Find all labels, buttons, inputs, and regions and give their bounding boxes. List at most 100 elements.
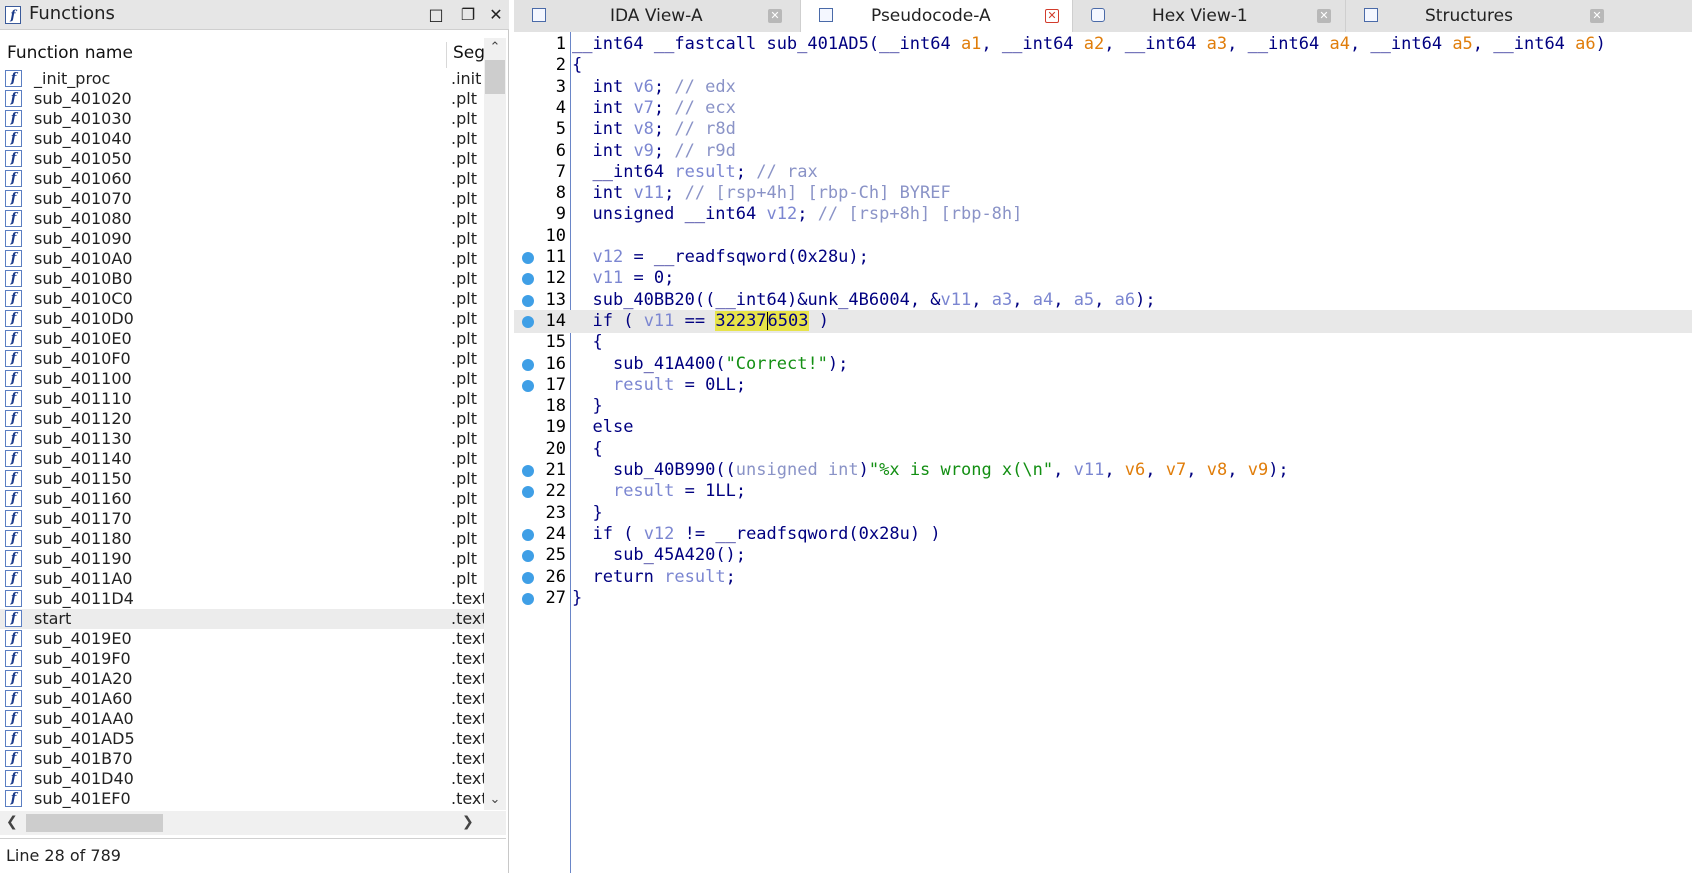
function-row[interactable]: f sub_401A20 .text [0, 669, 484, 689]
breakpoint-dot-icon[interactable] [522, 528, 534, 541]
function-row[interactable]: f sub_401160 .plt [0, 489, 484, 509]
function-row[interactable]: f sub_401AA0 .text [0, 709, 484, 729]
function-row[interactable]: f sub_4010E0 .plt [0, 329, 484, 349]
tab-hex-view[interactable]: Hex View-1 ✕ [1073, 0, 1346, 32]
code-line[interactable]: 17 result = 0LL; [514, 374, 1692, 397]
function-row[interactable]: f sub_401070 .plt [0, 189, 484, 209]
code-line[interactable]: 23 } [514, 502, 1692, 525]
breakpoint-dot-icon[interactable] [522, 315, 534, 328]
column-divider[interactable] [446, 42, 447, 68]
code-line[interactable]: 22 result = 1LL; [514, 480, 1692, 503]
function-row[interactable]: f sub_4011A0 .plt [0, 569, 484, 589]
function-row[interactable]: fstart .text [0, 609, 484, 629]
breakpoint-dot-icon[interactable] [522, 571, 534, 584]
function-row[interactable]: f sub_401020 .plt [0, 89, 484, 109]
code-line[interactable]: 11 v12 = __readfsqword(0x28u); [514, 246, 1692, 269]
close-icon[interactable]: ✕ [1045, 9, 1059, 23]
function-row[interactable]: f sub_401050 .plt [0, 149, 484, 169]
breakpoint-dot-icon[interactable] [522, 486, 534, 499]
tab-pseudocode[interactable]: Pseudocode-A ✕ [801, 0, 1073, 32]
code-line[interactable]: 19 else [514, 416, 1692, 439]
function-row[interactable]: f sub_4010B0 .plt [0, 269, 484, 289]
function-row[interactable]: f sub_401170 .plt [0, 509, 484, 529]
function-row[interactable]: f sub_401040 .plt [0, 129, 484, 149]
column-header-function-name[interactable]: Function name [7, 43, 133, 63]
function-row[interactable]: f sub_4019E0 .text [0, 629, 484, 649]
scroll-up-icon[interactable]: ⌃ [486, 40, 504, 56]
code-line[interactable]: 18 } [514, 395, 1692, 418]
function-row[interactable]: f sub_401090 .plt [0, 229, 484, 249]
function-row[interactable]: f sub_401A60 .text [0, 689, 484, 709]
function-row[interactable]: f sub_401150 .plt [0, 469, 484, 489]
code-line[interactable]: 27} [514, 587, 1692, 610]
function-row[interactable]: f sub_401030 .plt [0, 109, 484, 129]
column-header-segment[interactable]: Segment [453, 43, 487, 63]
function-row[interactable]: f sub_401060 .plt [0, 169, 484, 189]
function-row[interactable]: f sub_4010F0 .plt [0, 349, 484, 369]
code-line[interactable]: 2{ [514, 54, 1692, 77]
close-icon[interactable]: ✕ [485, 4, 507, 26]
function-row[interactable]: f _init_proc .init [0, 69, 484, 89]
code-line[interactable]: 5 int v8; // r8d [514, 118, 1692, 141]
code-text: } [572, 587, 583, 608]
minimize-icon[interactable]: □ [425, 4, 447, 26]
tab-ida-view[interactable]: IDA View-A ✕ [514, 0, 801, 32]
scroll-right-icon[interactable]: ❯ [462, 814, 474, 830]
function-row[interactable]: f sub_401130 .plt [0, 429, 484, 449]
function-row[interactable]: f sub_401190 .plt [0, 549, 484, 569]
scroll-down-icon[interactable]: ⌄ [486, 792, 504, 808]
code-line[interactable]: 14 if ( v11 == 322376503 ) [514, 309, 1692, 333]
breakpoint-dot-icon[interactable] [522, 550, 534, 563]
function-row[interactable]: f sub_401100 .plt [0, 369, 484, 389]
code-line[interactable]: 15 { [514, 331, 1692, 354]
tab-structures[interactable]: Structures ✕ [1346, 0, 1692, 32]
code-line[interactable]: 4 int v7; // ecx [514, 97, 1692, 120]
code-line[interactable]: 25 sub_45A420(); [514, 544, 1692, 567]
code-line[interactable]: 9 unsigned __int64 v12; // [rsp+8h] [rbp… [514, 203, 1692, 226]
pseudocode-view[interactable]: 1 __int64 __fastcall sub_401AD5(__int64 a… [514, 32, 1692, 873]
code-line[interactable]: 21 sub_40B990((unsigned int)"%x is wrong… [514, 459, 1692, 482]
breakpoint-dot-icon[interactable] [522, 465, 534, 477]
function-row[interactable]: f sub_401110 .plt [0, 389, 484, 409]
code-line[interactable]: 20 { [514, 438, 1692, 461]
code-line[interactable]: 24 if ( v12 != __readfsqword(0x28u) ) [514, 523, 1692, 546]
code-line[interactable]: 16 sub_41A400("Correct!"); [514, 353, 1692, 376]
breakpoint-dot-icon[interactable] [522, 273, 534, 286]
close-icon[interactable]: ✕ [768, 9, 782, 23]
function-row[interactable]: f sub_4010C0 .plt [0, 289, 484, 309]
function-row[interactable]: f sub_401B70 .text [0, 749, 484, 769]
function-row[interactable]: f sub_401EF0 .text [0, 789, 484, 809]
breakpoint-dot-icon[interactable] [522, 294, 534, 307]
code-line[interactable]: 10 [514, 225, 1692, 248]
function-row[interactable]: f sub_4011D4 .text [0, 589, 484, 609]
function-row[interactable]: f sub_401AD5 .text [0, 729, 484, 749]
function-row[interactable]: f sub_401180 .plt [0, 529, 484, 549]
code-line[interactable]: 7 __int64 result; // rax [514, 161, 1692, 184]
function-row[interactable]: f sub_4010D0 .plt [0, 309, 484, 329]
code-line[interactable]: 12 v11 = 0; [514, 267, 1692, 290]
function-row[interactable]: f sub_4010A0 .plt [0, 249, 484, 269]
vertical-scrollbar[interactable]: ⌃ ⌄ [484, 38, 506, 810]
hscroll-thumb[interactable] [26, 814, 163, 832]
restore-icon[interactable]: ❐ [457, 4, 479, 26]
function-row[interactable]: f sub_401140 .plt [0, 449, 484, 469]
scroll-left-icon[interactable]: ❮ [6, 814, 18, 830]
code-line[interactable]: 6 int v9; // r9d [514, 140, 1692, 163]
code-line[interactable]: 1 __int64 __fastcall sub_401AD5(__int64 a… [514, 33, 1692, 56]
breakpoint-dot-icon[interactable] [522, 379, 534, 392]
close-icon[interactable]: ✕ [1317, 9, 1331, 23]
function-row[interactable]: f sub_401120 .plt [0, 409, 484, 429]
code-line[interactable]: 26 return result; [514, 566, 1692, 589]
breakpoint-dot-icon[interactable] [522, 358, 534, 371]
scroll-thumb[interactable] [485, 60, 505, 94]
code-line[interactable]: 13 sub_40BB20((__int64)&unk_4B6004, &v11… [514, 289, 1692, 312]
code-line[interactable]: 3 int v6; // edx [514, 76, 1692, 99]
breakpoint-dot-icon[interactable] [522, 252, 534, 264]
function-row[interactable]: f sub_401D40 .text [0, 769, 484, 789]
close-icon[interactable]: ✕ [1590, 9, 1604, 23]
breakpoint-dot-icon[interactable] [522, 592, 534, 605]
code-line[interactable]: 8 int v11; // [rsp+4h] [rbp-Ch] BYREF [514, 182, 1692, 205]
function-row[interactable]: f sub_401080 .plt [0, 209, 484, 229]
function-row[interactable]: f sub_4019F0 .text [0, 649, 484, 669]
horizontal-scrollbar[interactable]: ❮ ❯ [0, 811, 506, 835]
